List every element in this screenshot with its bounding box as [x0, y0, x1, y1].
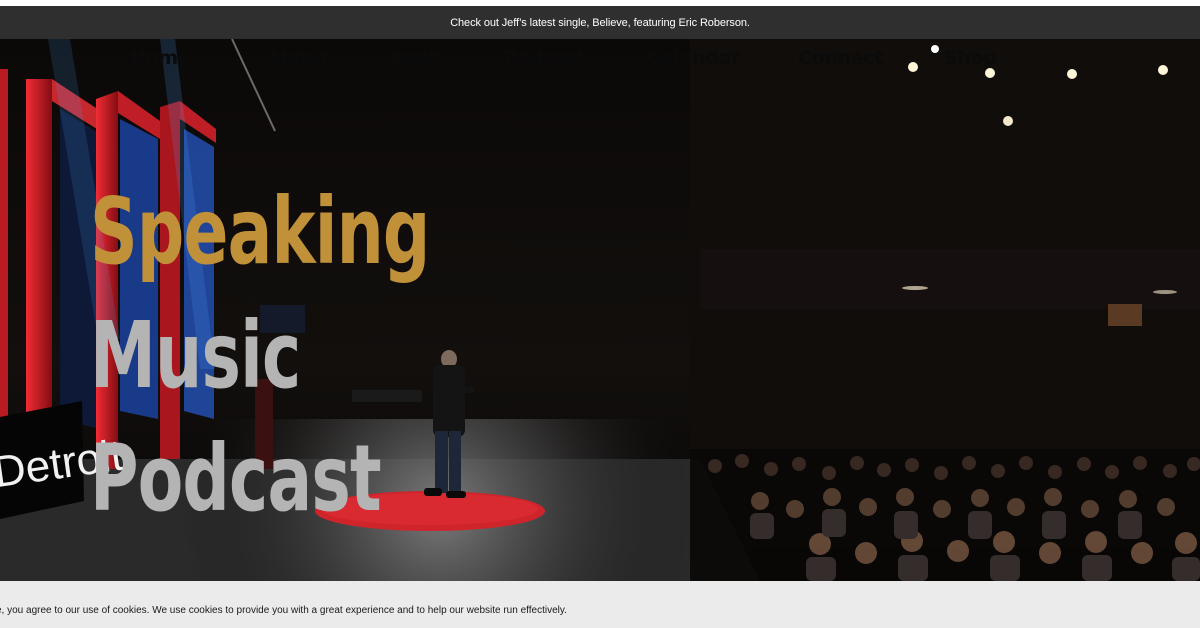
main-nav: Home About Book Podcast Calendar Connect…: [0, 39, 1200, 83]
nav-item-book[interactable]: Book: [389, 47, 441, 69]
audience: [690, 449, 1200, 581]
headline-speaking: Speaking: [90, 178, 430, 285]
nav-item-calendar[interactable]: Calendar: [647, 47, 740, 69]
announcement-text[interactable]: Check out Jeff’s latest single, Believe,…: [450, 17, 750, 29]
nav-item-connect[interactable]: Connect: [798, 47, 883, 69]
cookie-notice-text: e, you agree to our use of cookies. We u…: [0, 605, 567, 616]
nav-item-podcast[interactable]: Podcast: [503, 47, 586, 69]
announcement-bar[interactable]: Check out Jeff’s latest single, Believe,…: [0, 6, 1200, 39]
headline-music: Music: [90, 302, 301, 409]
headline-podcast: Podcast: [90, 425, 382, 532]
nav-item-shop[interactable]: Shop: [944, 47, 997, 69]
cookie-banner: e, you agree to our use of cookies. We u…: [0, 581, 1200, 628]
nav-item-about[interactable]: About: [266, 47, 329, 69]
nav-item-home[interactable]: Home: [130, 47, 191, 69]
